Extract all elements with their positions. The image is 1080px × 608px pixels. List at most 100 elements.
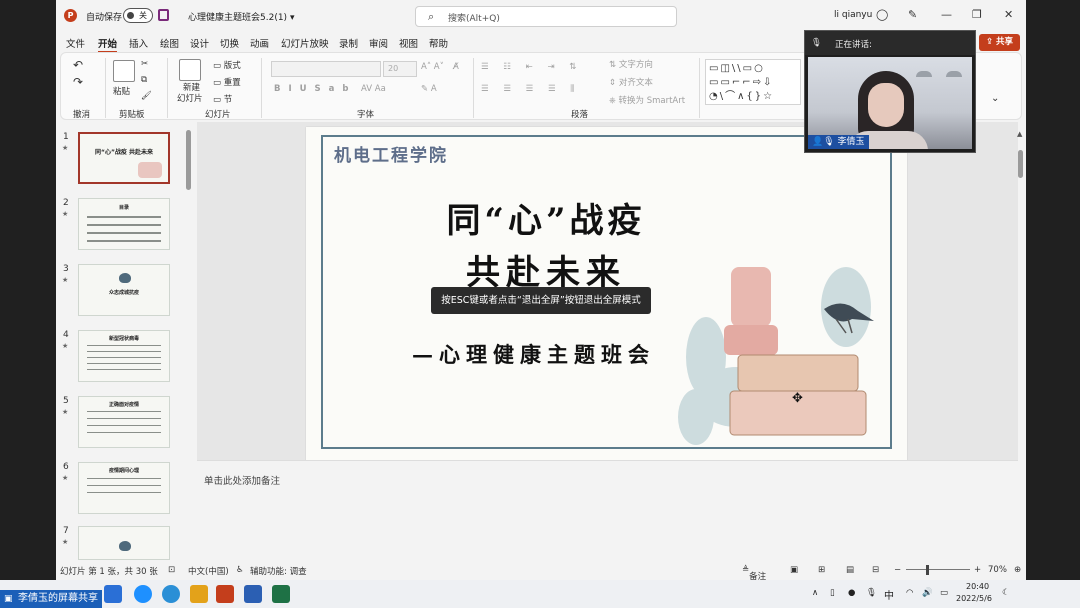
account-icon[interactable]: ◯ [876, 8, 888, 21]
tab-insert[interactable]: 插入 [129, 36, 148, 50]
slide-thumbnail-2[interactable]: 目录 [78, 198, 170, 250]
thumb-line [87, 232, 161, 234]
slide-thumbnail-3[interactable]: 众志成城抗疫 [78, 264, 170, 316]
fit-to-window-icon[interactable]: ⊕ [1014, 565, 1021, 575]
save-icon[interactable] [158, 9, 169, 21]
text-direction-button[interactable]: ⇅ 文字方向 [609, 58, 653, 70]
accessibility-status[interactable]: 辅助功能: 调查 [250, 565, 307, 577]
app-tray-icon[interactable]: ● [848, 588, 855, 598]
slide-thumbnail-1[interactable]: 同“心”战疫 共赴未来 [78, 132, 170, 184]
tray-chevron-icon[interactable]: ∧ [812, 588, 818, 598]
align-buttons[interactable]: ☰ ☰ ☰ ☰ ⫼ [481, 84, 580, 94]
copy-icon[interactable]: ⧉ [141, 75, 147, 85]
tab-help[interactable]: 帮助 [429, 36, 448, 50]
network-icon[interactable]: ▭ [940, 588, 948, 598]
tab-design[interactable]: 设计 [190, 36, 209, 50]
section-button[interactable]: ▭ 节 [213, 93, 232, 105]
tab-draw[interactable]: 绘图 [160, 36, 179, 50]
paste-icon[interactable] [113, 60, 135, 82]
accessibility-icon[interactable]: ♿ [236, 565, 244, 575]
cut-icon[interactable]: ✂ [141, 59, 148, 69]
collapse-ribbon-icon[interactable]: ⌄ [991, 93, 999, 104]
tab-review[interactable]: 审阅 [369, 36, 388, 50]
new-slide-icon[interactable] [179, 59, 201, 81]
shapes-gallery[interactable]: ▭◫\\▭○ ▭▭⌐⌐⇨⇩ ◔\⌒∧{}☆ [705, 59, 801, 105]
thumbnails-scrollbar[interactable] [186, 130, 191, 190]
zoom-in-icon[interactable]: + [974, 565, 981, 575]
slideshow-icon[interactable]: ⊟ [872, 565, 879, 575]
slide-thumbnail-5[interactable]: 正确面对疫情 [78, 396, 170, 448]
paste-label[interactable]: 粘贴 [113, 85, 130, 97]
start-icon[interactable] [104, 585, 122, 603]
zoom-slider-thumb[interactable] [926, 565, 929, 575]
ceiling-lamp [946, 71, 962, 77]
slide-sorter-icon[interactable]: ⊞ [818, 565, 825, 575]
layout-button[interactable]: ▭ 版式 [213, 59, 241, 71]
user-name[interactable]: li qianyu [834, 10, 872, 20]
restore-icon[interactable]: ❐ [972, 8, 982, 21]
current-slide[interactable]: 机电工程学院 同“心”战疫 共赴未来 —心理健康主题班会 按ESC键或者点击“退… [306, 127, 907, 465]
redo-icon[interactable]: ↷ [73, 75, 83, 89]
search-box[interactable]: ⌕ 搜索(Alt+Q) [415, 6, 677, 27]
ime-indicator[interactable]: 中 [884, 587, 894, 602]
tab-home[interactable]: 开始 [98, 36, 118, 53]
close-icon[interactable]: ✕ [1004, 8, 1013, 21]
scroll-up-icon[interactable]: ▲ [1017, 130, 1022, 138]
list-buttons[interactable]: ☰ ☷ ⇤ ⇥ ⇅ [481, 62, 582, 72]
thumb-line [87, 432, 161, 433]
normal-view-icon[interactable]: ▣ [790, 565, 798, 575]
align-text-button[interactable]: ⇕ 对齐文本 [609, 76, 653, 88]
edge-icon[interactable] [134, 585, 152, 603]
document-title[interactable]: 心理健康主题班会5.2(1) ▾ [188, 10, 294, 23]
ribbon-divider [261, 58, 262, 118]
grow-font-icon[interactable]: A˄ A˅ [421, 62, 444, 72]
slide-thumbnail-6[interactable]: 疫情期间心理 [78, 462, 170, 514]
spellcheck-icon[interactable]: ⊡ [168, 565, 175, 575]
meeting-app-icon[interactable] [244, 585, 262, 603]
notification-icon[interactable]: ☾ [1002, 588, 1010, 598]
clear-format-icon[interactable]: A̸ [453, 62, 459, 72]
notes-button[interactable]: ≜ 备注 [742, 565, 766, 580]
reading-view-icon[interactable]: ▤ [846, 565, 854, 575]
reset-button[interactable]: ▭ 重置 [213, 76, 241, 88]
slide-thumbnail-4[interactable]: 新型冠状病毒 [78, 330, 170, 382]
char-spacing-icon[interactable]: AV Aa [361, 84, 386, 94]
animation-star-icon: ★ [62, 474, 69, 482]
tab-animations[interactable]: 动画 [250, 36, 269, 50]
zoom-slider[interactable] [906, 569, 970, 570]
reset-label: 重置 [223, 78, 241, 88]
convert-smartart-button[interactable]: ⎈ 转换为 SmartArt [609, 94, 685, 106]
wifi-icon[interactable]: ◠ [906, 588, 913, 598]
tab-slideshow[interactable]: 幻灯片放映 [281, 36, 329, 50]
slide-thumbnail-7[interactable] [78, 526, 170, 560]
language-indicator[interactable]: 中文(中国) [188, 565, 229, 577]
zoom-out-icon[interactable]: − [894, 565, 901, 575]
format-painter-icon[interactable]: 🖌 [141, 91, 152, 101]
highlight-icon[interactable]: ✎ A [421, 84, 437, 94]
powerpoint-taskbar-icon[interactable] [216, 585, 234, 603]
tab-file[interactable]: 文件 [66, 36, 85, 50]
slide-scrollbar[interactable] [1018, 150, 1023, 178]
clock-time[interactable]: 20:40 [966, 582, 989, 591]
share-button[interactable]: ⇪ 共享 [979, 34, 1020, 51]
new-slide-label-2[interactable]: 幻灯片 [177, 92, 203, 104]
file-explorer-icon[interactable] [190, 585, 208, 603]
pen-icon[interactable]: ✎ [908, 8, 917, 21]
excel-icon[interactable] [272, 585, 290, 603]
tab-transitions[interactable]: 切换 [220, 36, 239, 50]
tab-view[interactable]: 视图 [399, 36, 418, 50]
clock-date[interactable]: 2022/5/6 [956, 594, 992, 603]
font-size-box[interactable]: 20 [383, 61, 417, 77]
ribbon-divider [699, 58, 700, 118]
zoom-level[interactable]: 70% [988, 565, 1007, 575]
font-style-buttons[interactable]: BIUSab [274, 84, 357, 94]
tab-record[interactable]: 录制 [339, 36, 358, 50]
browser-icon[interactable] [162, 585, 180, 603]
thumb-title: 新型冠状病毒 [108, 336, 139, 342]
minimize-icon[interactable]: — [941, 8, 952, 21]
font-name-box[interactable] [271, 61, 381, 77]
notes-pane[interactable]: 单击此处添加备注 [197, 460, 1018, 560]
volume-icon[interactable]: 🔊 [922, 588, 933, 598]
undo-icon[interactable]: ↶ [73, 58, 83, 72]
autosave-toggle[interactable]: 关 [123, 8, 153, 23]
